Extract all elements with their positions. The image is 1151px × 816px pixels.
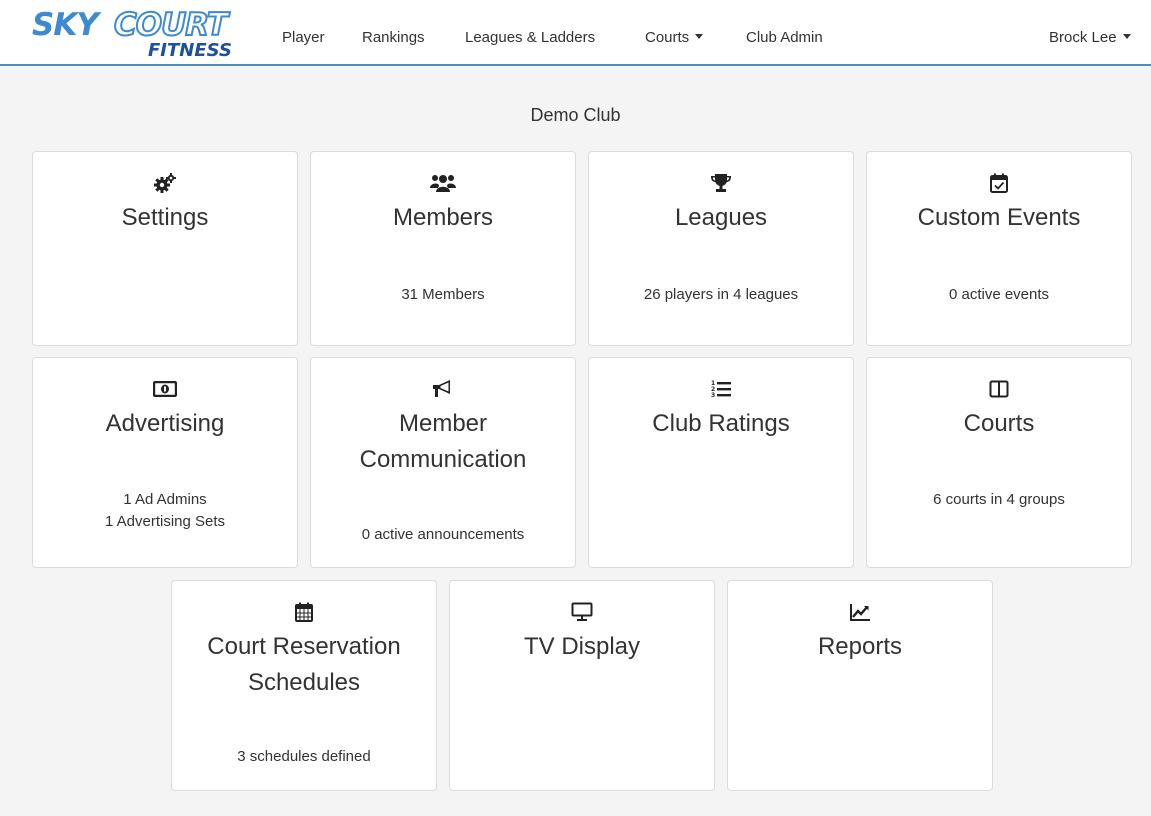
nav-courts-label: Courts — [645, 29, 690, 46]
card-tv-display[interactable]: TV Display — [449, 580, 715, 791]
card-title: Settings — [121, 204, 209, 231]
users-icon — [311, 172, 575, 194]
nav-leagues-ladders[interactable]: Leagues & Ladders — [465, 28, 595, 48]
columns-icon — [867, 378, 1131, 400]
nav-club-admin[interactable]: Club Admin — [746, 28, 823, 48]
bullhorn-icon — [311, 378, 575, 400]
calendar-check-icon — [867, 172, 1131, 194]
card-custom-events[interactable]: Custom Events 0 active events — [866, 151, 1132, 346]
trophy-icon — [589, 172, 853, 194]
card-title: Advertising — [105, 410, 225, 437]
gears-icon — [33, 172, 297, 194]
logo-fitness-text: FITNESS — [148, 40, 232, 61]
user-menu-dropdown[interactable]: Brock Lee — [1049, 28, 1131, 48]
nav-player[interactable]: Player — [282, 28, 325, 48]
card-subtitle: 26 players in 4 leagues — [643, 286, 799, 303]
card-title-line1: Court Reservation — [207, 633, 401, 660]
nav-rankings[interactable]: Rankings — [362, 28, 425, 48]
card-subtitle: 0 active announcements — [361, 526, 525, 543]
card-title: Club Ratings — [652, 410, 790, 437]
card-subtitle: 6 courts in 4 groups — [933, 491, 1065, 508]
logo-court-text: COURT — [113, 7, 229, 43]
card-advertising[interactable]: Advertising 1 Ad Admins 1 Advertising Se… — [32, 357, 298, 568]
card-member-communication[interactable]: Member Communication 0 active announceme… — [310, 357, 576, 568]
card-title: Leagues — [674, 204, 768, 231]
card-subtitle-ad-sets: 1 Advertising Sets — [104, 513, 226, 530]
card-club-ratings[interactable]: 1 2 3 Club Ratings — [588, 357, 854, 568]
card-title: TV Display — [523, 633, 641, 660]
card-reports[interactable]: Reports — [727, 580, 993, 791]
chevron-down-icon — [695, 34, 704, 39]
card-settings[interactable]: Settings — [32, 151, 298, 346]
card-title-line1: Member — [398, 410, 488, 437]
card-subtitle-ad-admins: 1 Ad Admins — [123, 491, 207, 508]
svg-text:3: 3 — [711, 392, 715, 399]
ordered-list-icon: 1 2 3 — [589, 378, 853, 400]
brand-logo[interactable]: SKY COURT FITNESS — [32, 7, 252, 62]
money-bill-icon — [33, 378, 297, 400]
card-members[interactable]: Members 31 Members — [310, 151, 576, 346]
calendar-icon — [172, 601, 436, 623]
nav-courts-dropdown[interactable]: Courts — [645, 28, 704, 48]
line-chart-icon — [728, 601, 992, 623]
card-title: Custom Events — [917, 204, 1081, 231]
card-court-reservation-schedules[interactable]: Court Reservation Schedules 3 schedules … — [171, 580, 437, 791]
card-courts[interactable]: Courts 6 courts in 4 groups — [866, 357, 1132, 568]
card-leagues[interactable]: Leagues 26 players in 4 leagues — [588, 151, 854, 346]
card-title-line2: Communication — [359, 446, 527, 473]
card-subtitle: 3 schedules defined — [237, 748, 371, 765]
card-subtitle: 31 Members — [401, 286, 485, 303]
card-title-line2: Schedules — [247, 669, 361, 696]
card-title: Reports — [817, 633, 903, 660]
top-navbar: SKY COURT FITNESS Player Rankings League… — [0, 0, 1151, 66]
card-title: Courts — [963, 410, 1035, 437]
user-name: Brock Lee — [1049, 29, 1117, 46]
card-subtitle: 0 active events — [948, 286, 1050, 303]
card-title: Members — [392, 204, 494, 231]
monitor-icon — [450, 601, 714, 623]
page-title: Demo Club — [530, 105, 621, 125]
logo-sky-text: SKY — [32, 7, 99, 43]
chevron-down-icon — [1122, 34, 1131, 39]
